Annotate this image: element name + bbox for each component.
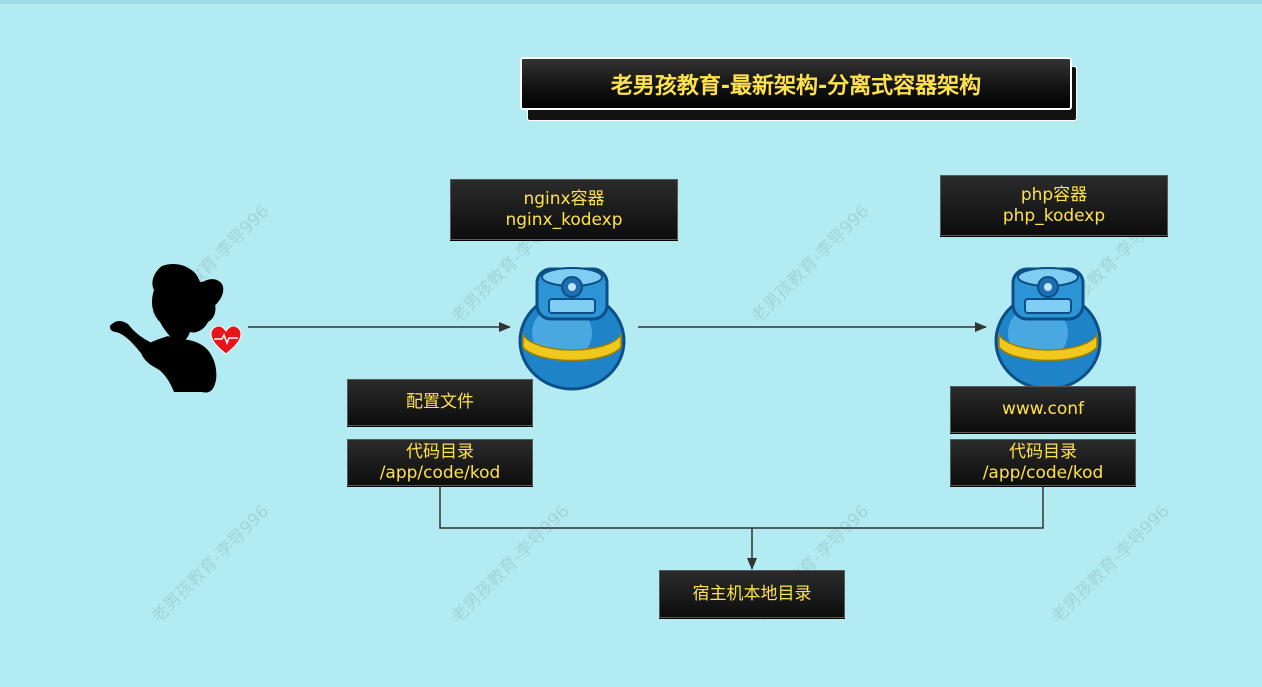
diagram-title: 老男孩教育-最新架构-分离式容器架构 [520, 57, 1072, 110]
nginx-code-dir-title: 代码目录 [406, 441, 474, 462]
php-code-dir-box: 代码目录 /app/code/kod [950, 439, 1136, 486]
nginx-config-box: 配置文件 [347, 379, 533, 426]
nginx-code-dir-box: 代码目录 /app/code/kod [347, 439, 533, 486]
php-code-dir-path: /app/code/kod [982, 462, 1104, 483]
nginx-code-dir-path: /app/code/kod [379, 462, 501, 483]
nginx-container-name: nginx容器 [523, 188, 605, 209]
nginx-container-id: nginx_kodexp [505, 209, 623, 230]
php-www-conf-label: www.conf [1001, 399, 1085, 419]
php-www-conf-box: www.conf [950, 386, 1136, 433]
nginx-canister-icon [518, 267, 626, 391]
php-canister-icon [994, 267, 1102, 391]
heart-icon [210, 326, 242, 355]
php-container-box: php容器 php_kodexp [940, 175, 1168, 236]
connector-nginx-code-to-host [439, 486, 1044, 529]
php-code-dir-title: 代码目录 [1009, 441, 1077, 462]
php-container-id: php_kodexp [1002, 205, 1106, 226]
host-local-dir-label: 宿主机本地目录 [692, 583, 812, 604]
host-local-dir-box: 宿主机本地目录 [659, 570, 845, 618]
nginx-container-box: nginx容器 nginx_kodexp [450, 179, 678, 240]
php-container-name: php容器 [1020, 184, 1088, 205]
nginx-config-label: 配置文件 [406, 392, 474, 412]
